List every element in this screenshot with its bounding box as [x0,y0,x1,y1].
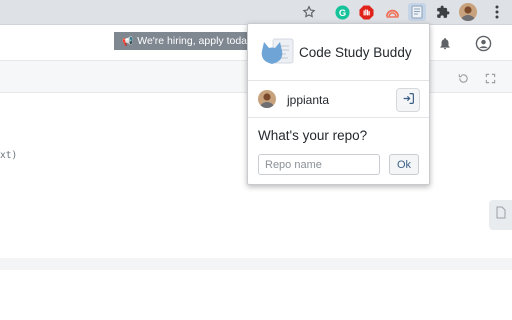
username: jppianta [287,93,330,107]
browser-window: G 📢 We're hiring, apply toda xt) Code St… [0,0,512,320]
cat-logo-icon [260,37,294,69]
ok-button[interactable]: Ok [389,154,419,175]
hiring-banner[interactable]: 📢 We're hiring, apply toda [114,32,249,50]
popup-header: Code Study Buddy [248,24,429,81]
fullscreen-icon[interactable] [485,71,496,89]
logout-icon [402,92,415,108]
browser-toolbar: G [0,0,512,25]
reset-icon[interactable] [458,71,469,89]
adblock-icon[interactable] [357,3,375,21]
menu-kebab-icon[interactable] [488,3,506,21]
extension-popup: Code Study Buddy jppianta What's your re… [247,23,430,185]
profile-avatar[interactable] [459,3,477,21]
logout-button[interactable] [396,88,420,112]
user-circle-icon[interactable] [475,35,492,57]
popup-title: Code Study Buddy [299,45,412,60]
content-band [0,258,512,270]
code-snippet: xt) [0,150,18,161]
megaphone-icon: 📢 [122,36,134,46]
hiring-banner-text: We're hiring, apply toda [137,35,248,47]
dome-icon[interactable] [383,3,401,21]
side-doc-tab[interactable] [489,200,512,230]
star-icon[interactable] [300,3,318,21]
puzzle-icon[interactable] [434,3,452,21]
user-row: jppianta [248,81,429,118]
bell-icon[interactable] [438,36,452,56]
svg-text:G: G [338,7,345,17]
code-study-buddy-icon[interactable] [408,3,426,21]
user-avatar [258,90,276,108]
repo-name-input[interactable] [258,154,380,175]
grammarly-icon[interactable]: G [333,3,351,21]
document-icon [496,206,506,224]
repo-question: What's your repo? [258,128,368,143]
